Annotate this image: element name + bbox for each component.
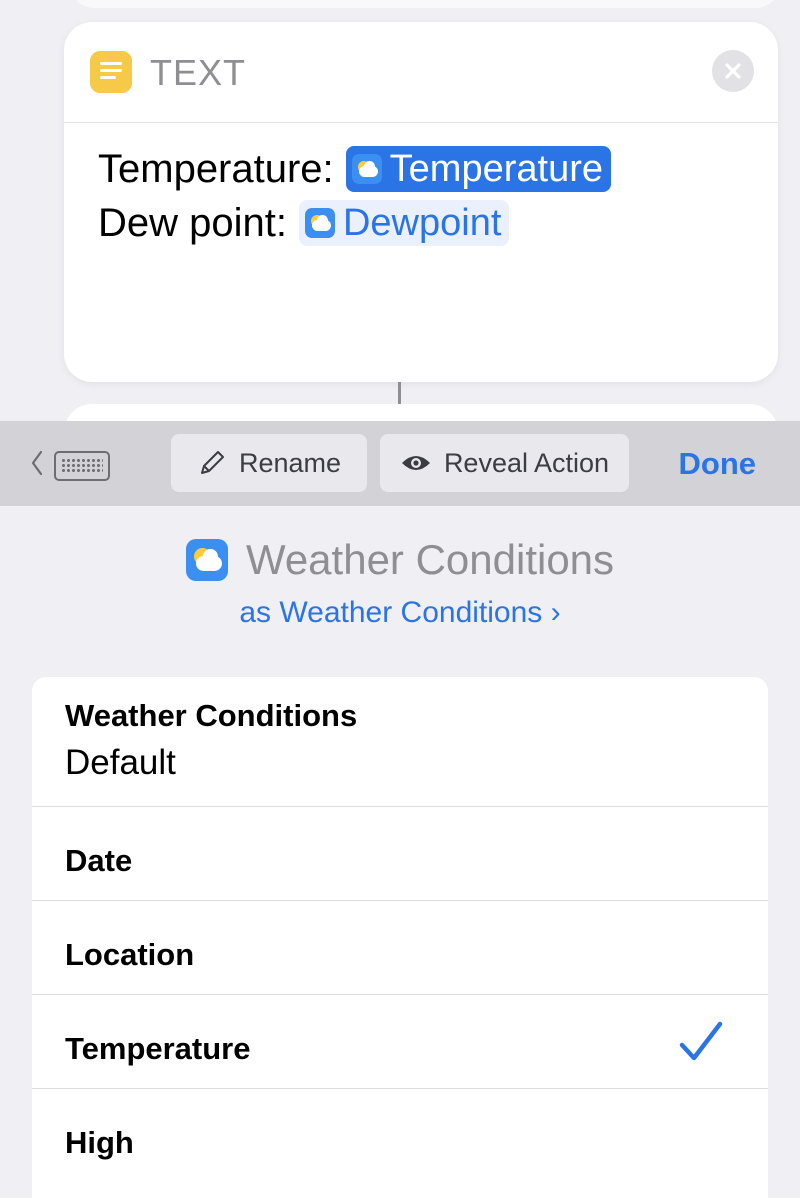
property-list: Weather Conditions Default Date Location… (32, 677, 768, 1198)
text-action-icon (90, 51, 132, 93)
list-item-temperature[interactable]: Temperature (32, 995, 768, 1089)
variable-header: Weather Conditions (0, 536, 800, 586)
close-icon (725, 63, 741, 79)
chevron-left-icon[interactable] (30, 450, 44, 476)
temperature-variable-token[interactable]: Temperature (345, 146, 611, 192)
list-item-label: Location (65, 937, 195, 972)
checkmark-icon (679, 1021, 723, 1061)
list-item-location[interactable]: Location (32, 901, 768, 995)
reveal-action-button[interactable]: Reveal Action (380, 434, 629, 492)
text-action-header: TEXT (64, 22, 778, 123)
text-action-card: TEXT Temperature: Temperature Dew point:… (64, 22, 778, 382)
temperature-token-label: Temperature (389, 148, 603, 190)
list-item-label: High (65, 1125, 134, 1160)
done-button[interactable]: Done (679, 446, 757, 482)
dew-point-text: Dew point: (98, 201, 287, 245)
variable-title: Weather Conditions (245, 536, 615, 583)
remove-action-button[interactable] (712, 50, 754, 92)
weather-icon (351, 154, 382, 184)
eye-icon (401, 456, 430, 470)
text-field[interactable]: Temperature: Temperature Dew point: Dewp… (98, 142, 611, 250)
reveal-action-label: Reveal Action (443, 447, 610, 478)
keyboard-icon[interactable] (54, 451, 110, 481)
list-item-label: Temperature (65, 1031, 251, 1066)
text-action-title: TEXT (150, 52, 247, 93)
previous-action-card (70, 0, 780, 8)
weather-icon (304, 208, 335, 238)
weather-icon (185, 539, 228, 581)
temperature-text: Temperature: (98, 147, 334, 191)
list-item-date[interactable]: Date (32, 807, 768, 901)
dewpoint-variable-token[interactable]: Dewpoint (298, 200, 510, 246)
list-item-label: Weather Conditions (65, 698, 358, 733)
list-item-high[interactable]: High (32, 1089, 768, 1182)
list-item-weather-conditions[interactable]: Weather Conditions Default (32, 677, 768, 807)
variable-type-link[interactable]: as Weather Conditions › (0, 596, 800, 630)
list-item-label: Date (65, 843, 133, 878)
action-connector (398, 382, 401, 404)
list-item-value: Default (65, 743, 176, 782)
pencil-icon (200, 451, 224, 474)
dewpoint-token-label: Dewpoint (342, 202, 502, 244)
rename-button[interactable]: Rename (171, 434, 367, 492)
rename-label: Rename (238, 447, 342, 478)
